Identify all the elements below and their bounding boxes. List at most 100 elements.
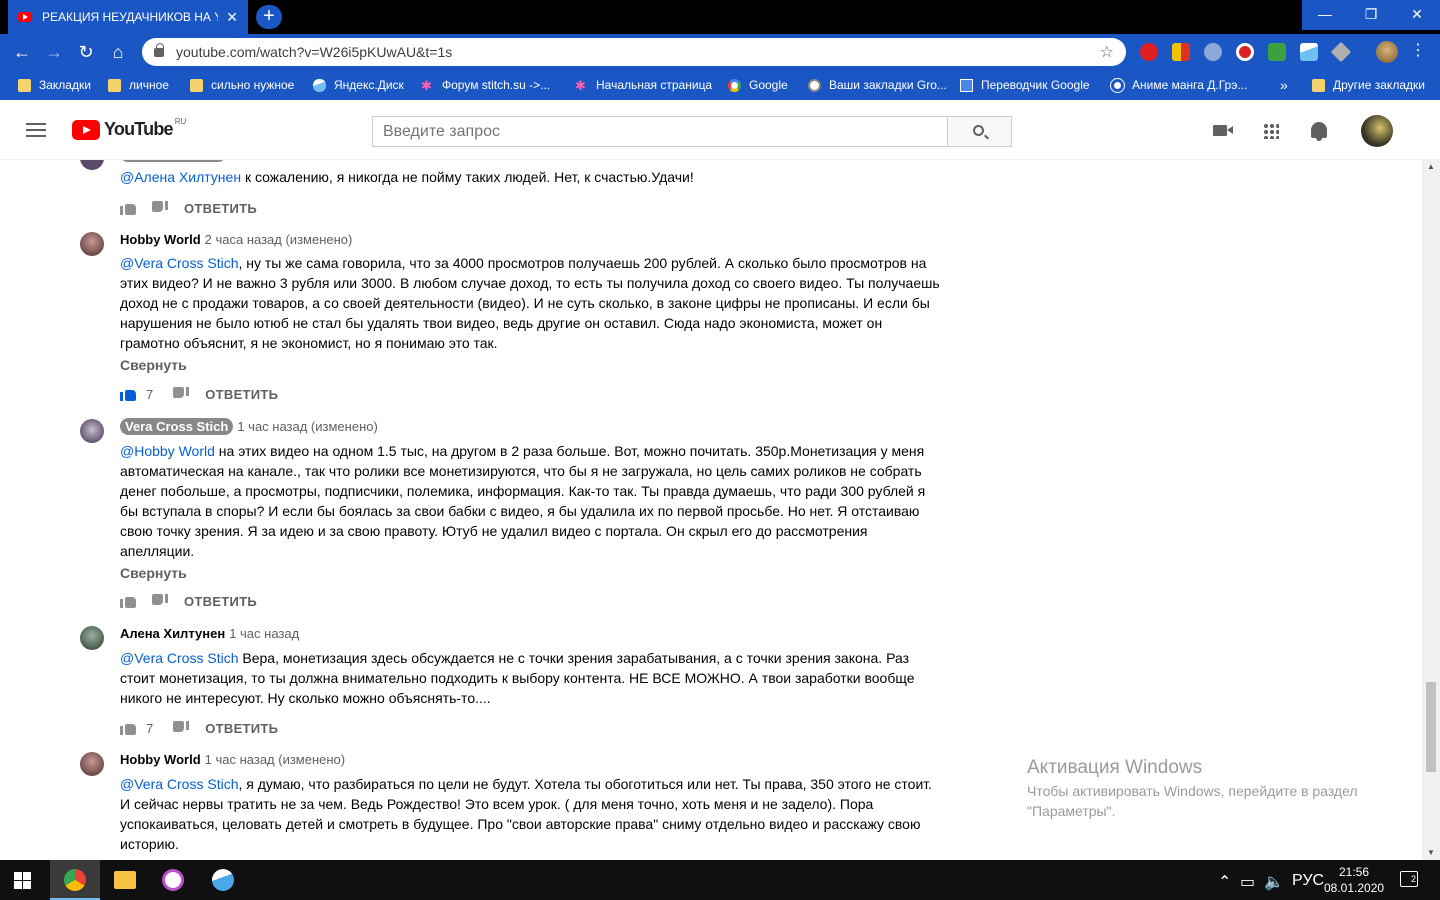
extension-drive-icon[interactable] (1330, 41, 1352, 63)
comment-author-badge[interactable] (120, 160, 226, 162)
notification-center-icon[interactable]: 2 (1400, 871, 1418, 887)
bookmark-item[interactable]: ✱ Начальная страница (575, 70, 712, 100)
scroll-down-arrow-icon[interactable]: ▼ (1427, 848, 1435, 857)
comment-avatar[interactable] (80, 752, 104, 776)
thumbs-up-icon[interactable] (120, 721, 136, 735)
address-bar[interactable]: youtube.com/watch?v=W26i5pKUwAU&t=1s ☆ (142, 38, 1126, 66)
search-button[interactable] (947, 116, 1012, 147)
youtube-play-icon (72, 119, 100, 140)
windows-start-icon[interactable] (14, 872, 31, 889)
bookmark-item[interactable]: личное (108, 70, 169, 100)
network-icon[interactable]: ▭ (1240, 872, 1255, 892)
extension-flag-icon[interactable] (1172, 43, 1190, 61)
taskbar-chrome[interactable] (50, 860, 100, 900)
back-arrow-icon[interactable]: ← (8, 38, 36, 66)
bookmark-item[interactable]: сильно нужное (190, 70, 294, 100)
bookmark-item[interactable]: Переводчик Google (960, 70, 1090, 100)
browser-title-bar: РЕАКЦИЯ НЕУДАЧНИКОВ НА YOUTUBE ✕ + — ❐ ✕ (0, 0, 1440, 34)
apps-grid-icon[interactable] (1263, 123, 1279, 139)
scroll-up-arrow-icon[interactable]: ▲ (1427, 162, 1435, 171)
stitch-icon: ✱ (575, 77, 586, 93)
thumbs-down-icon[interactable] (152, 594, 168, 608)
system-clock[interactable]: 21:56 08.01.2020 (1324, 864, 1384, 896)
home-icon[interactable]: ⌂ (104, 38, 132, 66)
tray-expand-icon[interactable]: ⌃ (1218, 872, 1231, 892)
bookmark-item[interactable]: Аниме манга Д.Грэ... (1110, 70, 1247, 100)
reply-button[interactable]: ОТВЕТИТЬ (184, 594, 257, 609)
search-icon (973, 125, 984, 136)
user-avatar[interactable] (1361, 115, 1393, 147)
comment-mention[interactable]: @Vera Cross Stich (120, 776, 238, 792)
comment-timestamp[interactable]: 1 час назад (229, 626, 299, 641)
bookmark-item[interactable]: Ваши закладки Gro... (808, 70, 947, 100)
comment-author[interactable]: Hobby World (120, 752, 201, 767)
language-indicator[interactable]: РУС (1292, 872, 1324, 890)
collapse-button[interactable]: Свернуть (120, 357, 187, 373)
thumbs-down-icon[interactable] (173, 387, 190, 401)
browser-tab[interactable]: РЕАКЦИЯ НЕУДАЧНИКОВ НА YOUTUBE ✕ (8, 0, 248, 34)
extension-opera-icon[interactable] (1236, 43, 1254, 61)
extension-gear-icon[interactable] (1204, 43, 1222, 61)
comment-mention[interactable]: @Vera Cross Stich (120, 650, 238, 666)
volume-icon[interactable]: 🔈 (1264, 872, 1284, 892)
youtube-logo[interactable]: YouTube RU (72, 117, 186, 140)
hamburger-menu-icon[interactable] (26, 123, 46, 137)
thumbs-down-icon[interactable] (173, 721, 190, 735)
comment-timestamp[interactable]: 2 часа назад (изменено) (205, 232, 353, 247)
comment-mention[interactable]: @Vera Cross Stich (120, 255, 238, 271)
page-scrollbar[interactable]: ▲ ▼ (1422, 160, 1440, 860)
bookmark-item[interactable]: Яндекс.Диск (313, 70, 404, 100)
bookmark-item[interactable]: ✱ Форум stitch.su ->... (421, 70, 550, 100)
comment-timestamp[interactable]: 1 час назад (изменено) (237, 419, 377, 434)
browser-toolbar: ← → ↻ ⌂ youtube.com/watch?v=W26i5pKUwAU&… (0, 34, 1440, 70)
thumbs-down-icon[interactable] (152, 201, 168, 215)
bookmarks-overflow-button[interactable]: » (1280, 70, 1288, 100)
reply-button[interactable]: ОТВЕТИТЬ (205, 721, 278, 736)
comment-author[interactable]: Алена Хилтунен (120, 626, 225, 641)
extension-shield-icon[interactable] (1268, 43, 1286, 61)
thumbs-up-icon[interactable] (120, 594, 136, 608)
reload-icon[interactable]: ↻ (72, 38, 100, 66)
browser-menu-icon[interactable]: ⋮ (1410, 40, 1426, 60)
restore-button[interactable]: ❐ (1348, 0, 1394, 30)
comment-timestamp[interactable]: 1 час назад (изменено) (205, 752, 345, 767)
forward-arrow-icon[interactable]: → (40, 38, 68, 66)
tab-close-icon[interactable]: ✕ (226, 9, 238, 26)
extension-stop-icon[interactable] (1140, 43, 1158, 61)
taskbar-yandex-disk[interactable] (198, 860, 248, 900)
comment-avatar[interactable] (80, 626, 104, 650)
close-window-button[interactable]: ✕ (1394, 0, 1440, 30)
comment-avatar[interactable] (80, 160, 104, 170)
comment-mention[interactable]: @Hobby World (120, 443, 215, 459)
notifications-bell-icon[interactable] (1311, 122, 1327, 141)
extension-yandex-disk-icon[interactable] (1300, 43, 1318, 61)
comment-text: @Vera Cross Stich, я думаю, что разбират… (120, 776, 933, 852)
comment-author-badge[interactable]: Vera Cross Stich (120, 418, 234, 435)
taskbar-itunes[interactable] (148, 860, 198, 900)
taskbar-file-explorer[interactable] (100, 860, 150, 900)
folder-icon (18, 78, 31, 92)
reply-button[interactable]: ОТВЕТИТЬ (205, 387, 278, 402)
comment-avatar[interactable] (80, 232, 104, 256)
browser-profile-avatar[interactable] (1376, 41, 1398, 63)
minimize-button[interactable]: — (1302, 0, 1348, 30)
scroll-thumb[interactable] (1426, 682, 1436, 772)
thumbs-up-icon[interactable] (120, 201, 136, 215)
bookmark-item[interactable]: Закладки (18, 70, 91, 100)
thumbs-up-icon[interactable] (120, 387, 136, 401)
bookmark-star-icon[interactable]: ☆ (1100, 42, 1114, 62)
search-input[interactable] (372, 116, 948, 147)
comment-author[interactable]: Hobby World (120, 232, 201, 247)
new-tab-button[interactable]: + (256, 5, 282, 29)
comment-avatar[interactable] (80, 419, 104, 443)
comment-actions: ОТВЕТИТЬ (120, 591, 257, 611)
folder-icon (190, 78, 203, 92)
comment-mention[interactable]: @Алена Хилтунен (120, 169, 241, 185)
comment-actions: ОТВЕТИТЬ (120, 198, 257, 218)
other-bookmarks[interactable]: Другие закладки (1312, 70, 1425, 100)
create-video-icon[interactable] (1213, 125, 1233, 136)
reply-button[interactable]: ОТВЕТИТЬ (184, 201, 257, 216)
comment-text: @Vera Cross Stich, ну ты же сама говорил… (120, 255, 940, 351)
collapse-button[interactable]: Свернуть (120, 565, 187, 581)
bookmark-item[interactable]: Google (728, 70, 788, 100)
